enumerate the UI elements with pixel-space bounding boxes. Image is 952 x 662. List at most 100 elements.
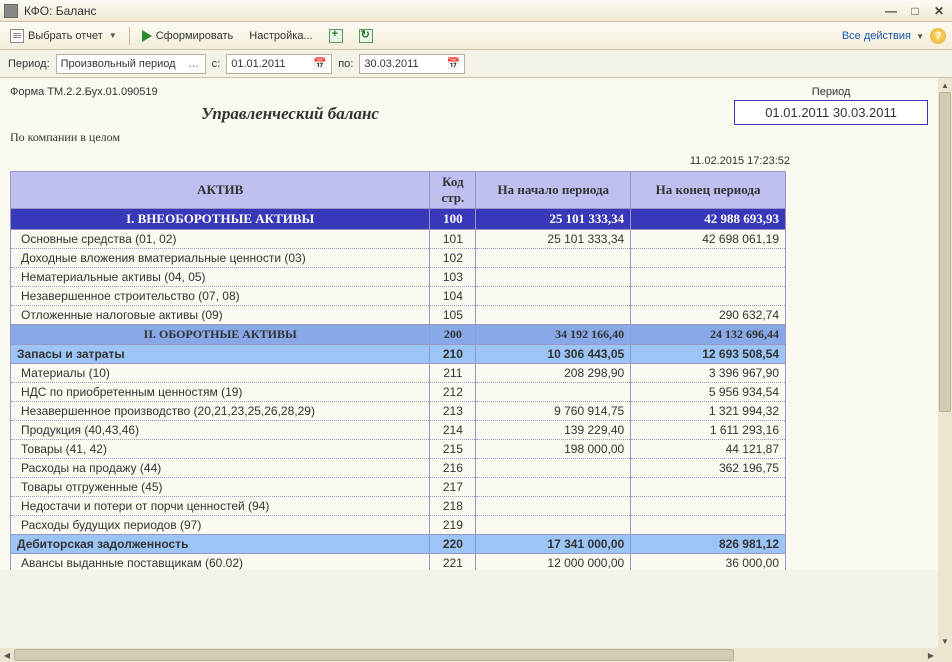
cell-code: 105 [430,306,476,325]
cell-begin: 25 101 333,34 [476,209,631,230]
scroll-left-icon[interactable]: ◀ [0,648,14,662]
table-row[interactable]: Авансы выданные поставщикам (60.02)22112… [11,554,786,571]
table-row[interactable]: Товары (41, 42)215198 000,0044 121,87 [11,440,786,459]
refresh-icon [359,29,373,43]
maximize-button[interactable]: □ [906,4,924,18]
cell-code: 103 [430,268,476,287]
close-button[interactable]: ✕ [930,4,948,18]
cell-code: 104 [430,287,476,306]
titlebar: КФО: Баланс — □ ✕ [0,0,952,22]
ellipsis-icon[interactable]: … [187,58,201,70]
cell-code: 101 [430,230,476,249]
cell-name: Незавершенное производство (20,21,23,25,… [11,402,430,421]
table-row[interactable]: Основные средства (01, 02)10125 101 333,… [11,230,786,249]
table-row[interactable]: Незавершенное строительство (07, 08)104 [11,287,786,306]
table-row[interactable]: Дебиторская задолженность22017 341 000,0… [11,535,786,554]
balance-table: АКТИВ Код стр. На начало периода На коне… [10,171,786,570]
period-box: Период 01.01.2011 30.03.2011 [734,86,928,125]
date-from-input[interactable]: 01.01.2011 📅 [226,54,332,74]
all-actions-label: Все действия [842,30,911,42]
scrollbar-thumb[interactable] [14,649,734,661]
cell-name: Дебиторская задолженность [11,535,430,554]
settings-button[interactable]: Настройка... [245,28,316,44]
cell-name: Товары отгруженные (45) [11,478,430,497]
cell-begin: 208 298,90 [476,364,631,383]
table-row[interactable]: Отложенные налоговые активы (09)105 290 6… [11,306,786,325]
cell-name: Расходы на продажу (44) [11,459,430,478]
table-row[interactable]: НДС по приобретенным ценностям (19)2125 … [11,383,786,402]
scroll-down-icon[interactable]: ▼ [938,634,952,648]
cell-end: 3 396 967,90 [631,364,786,383]
minimize-button[interactable]: — [882,4,900,18]
cell-end [631,478,786,497]
from-label: с: [212,58,221,70]
table-row[interactable]: Расходы будущих периодов (97)219 [11,516,786,535]
scroll-up-icon[interactable]: ▲ [938,78,952,92]
cell-name: Отложенные налоговые активы (09) [11,306,430,325]
cell-end: 12 693 508,54 [631,345,786,364]
vertical-scrollbar[interactable]: ▲ ▼ [938,78,952,648]
table-row[interactable]: Доходные вложения вматериальные ценности… [11,249,786,268]
header-asset: АКТИВ [11,172,430,209]
cell-begin [476,249,631,268]
period-box-value: 01.01.2011 30.03.2011 [734,100,928,125]
cell-end: 290 632,74 [631,306,786,325]
select-report-button[interactable]: Выбрать отчет ▼ [6,27,121,45]
separator [129,27,130,45]
cell-begin [476,287,631,306]
cell-end: 24 132 696,44 [631,325,786,345]
date-to-input[interactable]: 30.03.2011 📅 [359,54,465,74]
period-type-select[interactable]: Произвольный период … [56,54,206,74]
cell-name: Расходы будущих периодов (97) [11,516,430,535]
cell-end: 42 988 693,93 [631,209,786,230]
table-row[interactable]: Товары отгруженные (45)217 [11,478,786,497]
table-row[interactable]: Материалы (10)211208 298,903 396 967,90 [11,364,786,383]
help-button[interactable]: ? [930,28,946,44]
scrollbar-thumb[interactable] [939,92,951,412]
cell-name: Продукция (40,43,46) [11,421,430,440]
cell-name: II. ОБОРОТНЫЕ АКТИВЫ [11,325,430,345]
cell-code: 102 [430,249,476,268]
report-icon [10,29,24,43]
cell-name: Основные средства (01, 02) [11,230,430,249]
table-row[interactable]: Незавершенное производство (20,21,23,25,… [11,402,786,421]
header-begin: На начало периода [476,172,631,209]
table-row[interactable]: Недостачи и потери от порчи ценностей (9… [11,497,786,516]
add-button[interactable] [325,27,347,45]
cell-begin [476,478,631,497]
generate-button[interactable]: Сформировать [138,28,238,44]
cell-code: 214 [430,421,476,440]
refresh-button[interactable] [355,27,377,45]
cell-begin [476,497,631,516]
cell-end: 44 121,87 [631,440,786,459]
table-row[interactable]: Продукция (40,43,46)214139 229,401 611 2… [11,421,786,440]
window-title: КФО: Баланс [24,4,882,18]
cell-code: 220 [430,535,476,554]
toolbar: Выбрать отчет ▼ Сформировать Настройка..… [0,22,952,50]
cell-begin: 9 760 914,75 [476,402,631,421]
table-row[interactable]: Нематериальные активы (04, 05)103 [11,268,786,287]
table-row[interactable]: II. ОБОРОТНЫЕ АКТИВЫ20034 192 166,4024 1… [11,325,786,345]
cell-begin: 17 341 000,00 [476,535,631,554]
plus-icon [329,29,343,43]
period-label: Период: [8,58,50,70]
horizontal-scrollbar[interactable]: ◀ ▶ [0,648,938,662]
header-code: Код стр. [430,172,476,209]
calendar-icon[interactable]: 📅 [446,57,460,70]
cell-code: 219 [430,516,476,535]
header-end: На конец периода [631,172,786,209]
cell-code: 216 [430,459,476,478]
scroll-right-icon[interactable]: ▶ [924,648,938,662]
cell-end [631,497,786,516]
calendar-icon[interactable]: 📅 [313,57,327,70]
cell-code: 100 [430,209,476,230]
all-actions-link[interactable]: Все действия ▼ [842,30,924,42]
cell-name: Нематериальные активы (04, 05) [11,268,430,287]
period-box-label: Период [734,86,928,98]
select-report-label: Выбрать отчет [28,30,103,42]
table-row[interactable]: Запасы и затраты21010 306 443,0512 693 5… [11,345,786,364]
timestamp: 11.02.2015 17:23:52 [10,155,790,167]
cell-code: 210 [430,345,476,364]
table-row[interactable]: Расходы на продажу (44)216362 196,75 [11,459,786,478]
table-row[interactable]: I. ВНЕОБОРОТНЫЕ АКТИВЫ10025 101 333,3442… [11,209,786,230]
